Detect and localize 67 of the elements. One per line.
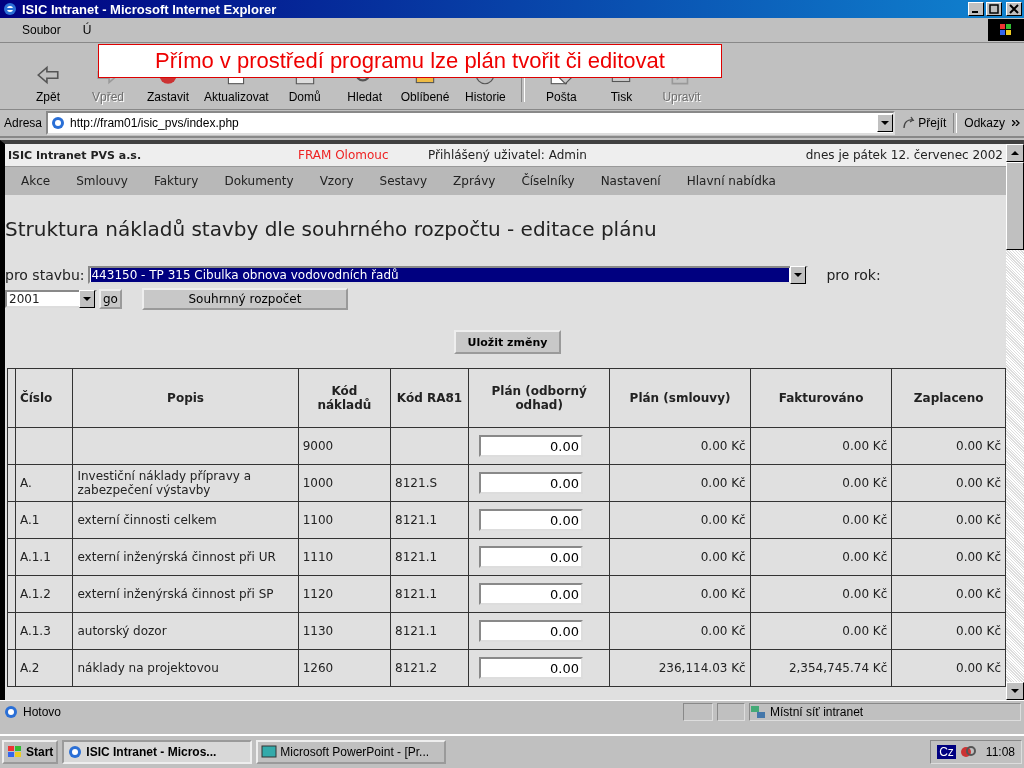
column-header: Kód nákladů <box>298 368 391 428</box>
status-text: Hotovo <box>23 705 63 719</box>
table-cell: 0.00 Kč <box>609 501 751 539</box>
table-cell: 0.00 Kč <box>750 538 892 576</box>
column-header: Zaplaceno <box>891 368 1006 428</box>
table-cell: 0.00 Kč <box>891 427 1006 465</box>
table-cell: 0.00 Kč <box>891 538 1006 576</box>
table-cell: A.2 <box>15 649 73 687</box>
table-cell: 0.00 Kč <box>750 575 892 613</box>
table-cell: 0.00 Kč <box>891 464 1006 502</box>
table-cell: 0.00 Kč <box>609 464 751 502</box>
table-cell: 8121.1 <box>390 501 469 539</box>
table-cell: 0.00 Kč <box>750 501 892 539</box>
table-cell: 0.00 Kč <box>609 427 751 465</box>
table-cell: 1100 <box>298 501 391 539</box>
table-cell: Investiční náklady přípravy a zabezpečení výstavby <box>72 464 299 502</box>
table-cell: A.1 <box>15 501 73 539</box>
table-cell: 9000 <box>298 427 391 465</box>
column-header: Fakturováno <box>750 368 892 428</box>
table-cell: A.1.1 <box>15 538 73 576</box>
table-cell: 0.00 Kč <box>891 612 1006 650</box>
date-label: dnes je pátek 12. červenec 2002 <box>805 148 1003 162</box>
table-cell: externí inženýrská činnost při UR <box>72 538 299 576</box>
column-header: Plán (odborný odhad) <box>468 368 610 428</box>
table-cell: 2,354,745.74 Kč <box>750 649 892 687</box>
clock: 11:08 <box>985 745 1015 759</box>
table-cell: 1130 <box>298 612 391 650</box>
table-cell: 1120 <box>298 575 391 613</box>
window-title: ISIC Intranet - Microsoft Internet Explorer <box>22 1 278 17</box>
zone-text: Místní síť intranet <box>770 705 864 719</box>
table-cell: 0.00 Kč <box>750 612 892 650</box>
page-heading: Struktura nákladů stavby dle souhrného rozpočtu - editace plánu <box>5 217 658 241</box>
table-cell: 8121.1 <box>390 612 469 650</box>
table-cell: 1000 <box>298 464 391 502</box>
table-cell: náklady na projektovou <box>72 649 299 687</box>
table-cell: 0.00 Kč <box>750 464 892 502</box>
table-cell: 8121.1 <box>390 538 469 576</box>
site-label: pro stavbu: <box>5 267 85 283</box>
table-cell: 0.00 Kč <box>750 427 892 465</box>
table-cell: 0.00 Kč <box>609 538 751 576</box>
table-cell: 0.00 Kč <box>891 501 1006 539</box>
table-cell: externí činnosti celkem <box>72 501 299 539</box>
table-cell: A.1.3 <box>15 612 73 650</box>
branch-name: FRAM Olomouc <box>298 148 390 162</box>
table-cell: 1260 <box>298 649 391 687</box>
table-cell: autorský dozor <box>72 612 299 650</box>
table-cell: 0.00 Kč <box>609 612 751 650</box>
table-cell: 0.00 Kč <box>891 575 1006 613</box>
table-cell: A. <box>15 464 73 502</box>
table-cell: 236,114.03 Kč <box>609 649 751 687</box>
table-cell: 1110 <box>298 538 391 576</box>
annotation-tooltip: Přímo v prostředí programu lze plán tvořit či editovat <box>98 44 722 78</box>
user-label: Přihlášený uživatel: Admin <box>428 148 588 162</box>
address-label: Adresa <box>4 116 43 130</box>
table-cell: 8121.S <box>390 464 469 502</box>
column-header: Popis <box>72 368 299 428</box>
column-header: Číslo <box>15 368 73 428</box>
table-cell: 8121.2 <box>390 649 469 687</box>
company-name: ISIC Intranet PVS a.s. <box>8 148 143 162</box>
year-label: pro rok: <box>826 267 881 283</box>
column-header: Kód RA81 <box>390 368 469 428</box>
table-cell: 0.00 Kč <box>891 649 1006 687</box>
table-cell: externí inženýrská činnost při SP <box>72 575 299 613</box>
column-header: Plán (smlouvy) <box>609 368 751 428</box>
table-cell: 0.00 Kč <box>609 575 751 613</box>
table-cell: A.1.2 <box>15 575 73 613</box>
table-cell: 8121.1 <box>390 575 469 613</box>
